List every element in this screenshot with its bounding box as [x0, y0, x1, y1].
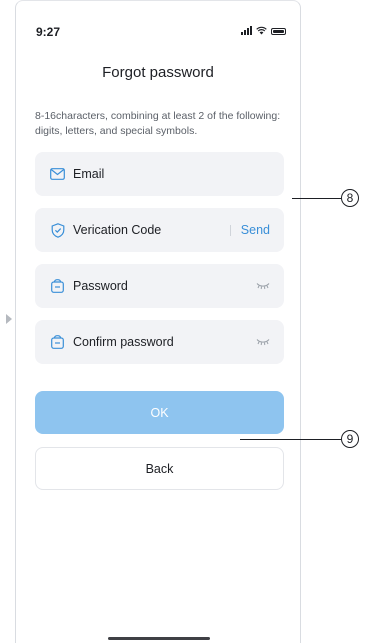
status-time: 9:27 — [36, 25, 61, 39]
callout-buttons: 9 — [341, 430, 359, 448]
shield-check-icon — [50, 222, 65, 238]
callout-line-buttons — [240, 439, 341, 440]
left-arrow-marker — [6, 314, 12, 324]
send-code-button[interactable]: Send — [241, 223, 270, 237]
password-field[interactable]: Password — [35, 264, 284, 308]
wifi-icon — [256, 26, 267, 35]
back-button[interactable]: Back — [35, 447, 284, 490]
screenshot-canvas: 9:27 Forgot password 8-16characters, com… — [0, 0, 371, 643]
lock-icon — [50, 279, 65, 294]
callout-fields: 8 — [341, 189, 359, 207]
email-field[interactable]: Email — [35, 152, 284, 196]
field-divider — [229, 224, 231, 236]
verification-code-label: Verication Code — [73, 223, 162, 237]
phone-screen: 9:27 Forgot password 8-16characters, com… — [15, 0, 301, 643]
lock-icon — [50, 335, 65, 350]
confirm-password-label: Confirm password — [73, 335, 174, 349]
mail-icon — [50, 167, 65, 182]
status-icons — [241, 26, 286, 35]
battery-icon — [271, 28, 286, 35]
status-bar: 9:27 — [16, 1, 300, 41]
home-indicator — [108, 637, 210, 640]
eye-closed-icon[interactable] — [256, 282, 270, 290]
verification-code-field[interactable]: Verication Code Send — [35, 208, 284, 252]
eye-closed-icon[interactable] — [256, 338, 270, 346]
password-label: Password — [73, 279, 128, 293]
signal-icon — [241, 26, 252, 35]
ok-button[interactable]: OK — [35, 391, 284, 434]
page-title: Forgot password — [102, 64, 214, 81]
confirm-password-field[interactable]: Confirm password — [35, 320, 284, 364]
password-hint: 8-16characters, combining at least 2 of … — [35, 110, 281, 137]
email-label: Email — [73, 167, 105, 181]
callout-line-fields — [292, 198, 341, 199]
